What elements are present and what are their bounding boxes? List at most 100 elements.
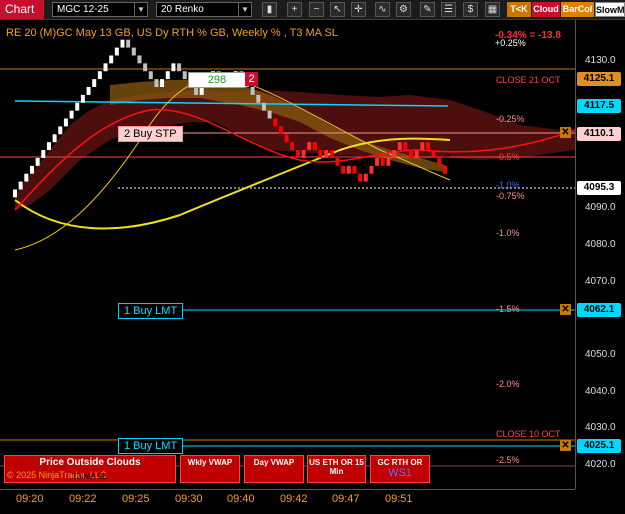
renko-brick — [273, 118, 278, 127]
buy-stp-order[interactable]: 2 Buy STP — [118, 126, 183, 142]
cancel-order-icon[interactable]: ✕ — [560, 304, 571, 315]
wkly-vwap-panel[interactable]: Wkly VWAP — [180, 455, 240, 483]
price-tick: 4040.0 — [585, 386, 616, 397]
renko-brick — [69, 110, 74, 119]
renko-brick — [312, 142, 317, 151]
renko-brick — [199, 87, 204, 95]
buy-lmt-2-price-label: 4025.1 — [577, 439, 621, 453]
renko-brick — [414, 150, 419, 158]
renko-brick — [443, 165, 447, 174]
indicators-icon[interactable]: ∿ — [375, 2, 390, 17]
renko-brick — [131, 47, 136, 56]
renko-brick — [52, 134, 57, 143]
renko-brick — [177, 63, 182, 72]
renko-brick — [397, 142, 402, 151]
zoom-in-icon[interactable]: + — [287, 2, 302, 17]
workspace-icon[interactable]: ▦ — [485, 2, 500, 17]
pointer-icon[interactable]: ↖ — [330, 2, 345, 17]
renko-brick — [267, 110, 272, 119]
current-price-label: 4095.3 — [577, 181, 621, 195]
renko-brick — [295, 150, 300, 158]
cancel-order-icon[interactable]: ✕ — [560, 440, 571, 451]
renko-brick — [307, 142, 312, 151]
t3-ma-panel-label: T3 MA SL — [72, 472, 108, 481]
renko-brick — [256, 94, 261, 103]
price-tick: 4070.0 — [585, 276, 616, 287]
renko-brick — [261, 102, 266, 111]
clouds-panel-title: Price Outside Clouds — [39, 457, 141, 468]
draw-tool-icon[interactable]: ✎ — [420, 2, 435, 17]
renko-brick — [346, 165, 351, 174]
renko-brick — [41, 150, 46, 158]
slowma-button[interactable]: SlowM — [595, 2, 625, 17]
buy-stp-price-label: 4110.1 — [577, 127, 621, 141]
time-tick: 09:42 — [280, 493, 308, 505]
time-tick: 09:30 — [175, 493, 203, 505]
price-tick: 4130.0 — [585, 55, 616, 66]
renko-brick — [352, 165, 357, 174]
renko-brick — [143, 63, 148, 72]
bar-chart-icon[interactable]: ▮ — [262, 2, 277, 17]
renko-brick — [386, 157, 391, 166]
zoom-out-icon[interactable]: − — [309, 2, 324, 17]
price-tick: 4090.0 — [585, 202, 616, 213]
renko-brick — [380, 157, 385, 166]
position-pnl-box[interactable]: 298 — [188, 72, 246, 88]
renko-brick — [409, 150, 414, 158]
renko-brick — [392, 150, 397, 158]
instrument-selector[interactable]: MGC 12-25 ▼ — [52, 2, 148, 17]
pnl-small: +0.25% — [495, 38, 526, 48]
position-qty-box[interactable]: 2 — [245, 72, 258, 86]
us-eth-or-panel[interactable]: US ETH OR 15 Min — [307, 455, 366, 483]
gc-rth-or-panel[interactable]: GC RTH OR WS1 — [370, 455, 430, 483]
strategy-icon[interactable]: ⚙ — [396, 2, 411, 17]
renko-brick — [358, 173, 363, 182]
chart-trader-icon[interactable]: $ — [463, 2, 478, 17]
renko-brick — [137, 55, 142, 64]
buy-lmt-order-1[interactable]: 1 Buy LMT — [118, 303, 184, 319]
renko-brick — [80, 94, 85, 103]
pct-label: -0.75% — [496, 191, 525, 201]
pct-label: -1.5% — [496, 304, 520, 314]
barcol-button[interactable]: BarCol — [561, 2, 594, 17]
renko-brick — [103, 63, 108, 72]
renko-brick — [154, 79, 159, 87]
price-tick: 4020.0 — [585, 459, 616, 470]
renko-brick — [369, 165, 374, 174]
renko-brick — [120, 39, 125, 48]
chevron-down-icon[interactable]: ▼ — [238, 3, 251, 16]
day-vwap-panel[interactable]: Day VWAP — [244, 455, 304, 483]
renko-brick — [250, 87, 255, 95]
renko-brick — [160, 79, 165, 87]
renko-brick — [335, 157, 340, 166]
buy-lmt-order-2[interactable]: 1 Buy LMT — [118, 438, 184, 454]
crosshair-icon[interactable]: ✛ — [351, 2, 366, 17]
renko-brick — [97, 71, 102, 80]
time-tick: 09:47 — [332, 493, 360, 505]
close-10-label: CLOSE 10 OCT — [496, 429, 561, 439]
price-axis[interactable] — [575, 20, 625, 489]
gc-rth-or-label: GC RTH OR — [377, 458, 423, 467]
pct-label: -2.5% — [496, 455, 520, 465]
renko-brick — [58, 126, 63, 135]
chart-tab[interactable]: Chart — [0, 0, 44, 19]
renko-brick — [63, 118, 68, 127]
price-tick: 4030.0 — [585, 422, 616, 433]
renko-brick — [92, 79, 97, 87]
renko-brick — [165, 71, 170, 80]
pct-label: -0.25% — [496, 114, 525, 124]
cloud-button[interactable]: Cloud — [532, 2, 560, 17]
pct-label: -1.0% — [496, 228, 520, 238]
price-plot[interactable] — [0, 20, 575, 489]
close-21-label: CLOSE 21 OCT — [496, 75, 561, 85]
cancel-order-icon[interactable]: ✕ — [560, 127, 571, 138]
bar-type-selector[interactable]: 20 Renko ▼ — [156, 2, 252, 17]
chevron-down-icon[interactable]: ▼ — [134, 3, 147, 16]
renko-brick — [86, 87, 91, 95]
properties-icon[interactable]: ☰ — [441, 2, 456, 17]
renko-brick — [278, 126, 283, 135]
renko-brick — [341, 165, 346, 174]
pct-label: -2.0% — [496, 379, 520, 389]
renko-brick — [29, 165, 34, 174]
tk-button[interactable]: T<K — [507, 2, 531, 17]
